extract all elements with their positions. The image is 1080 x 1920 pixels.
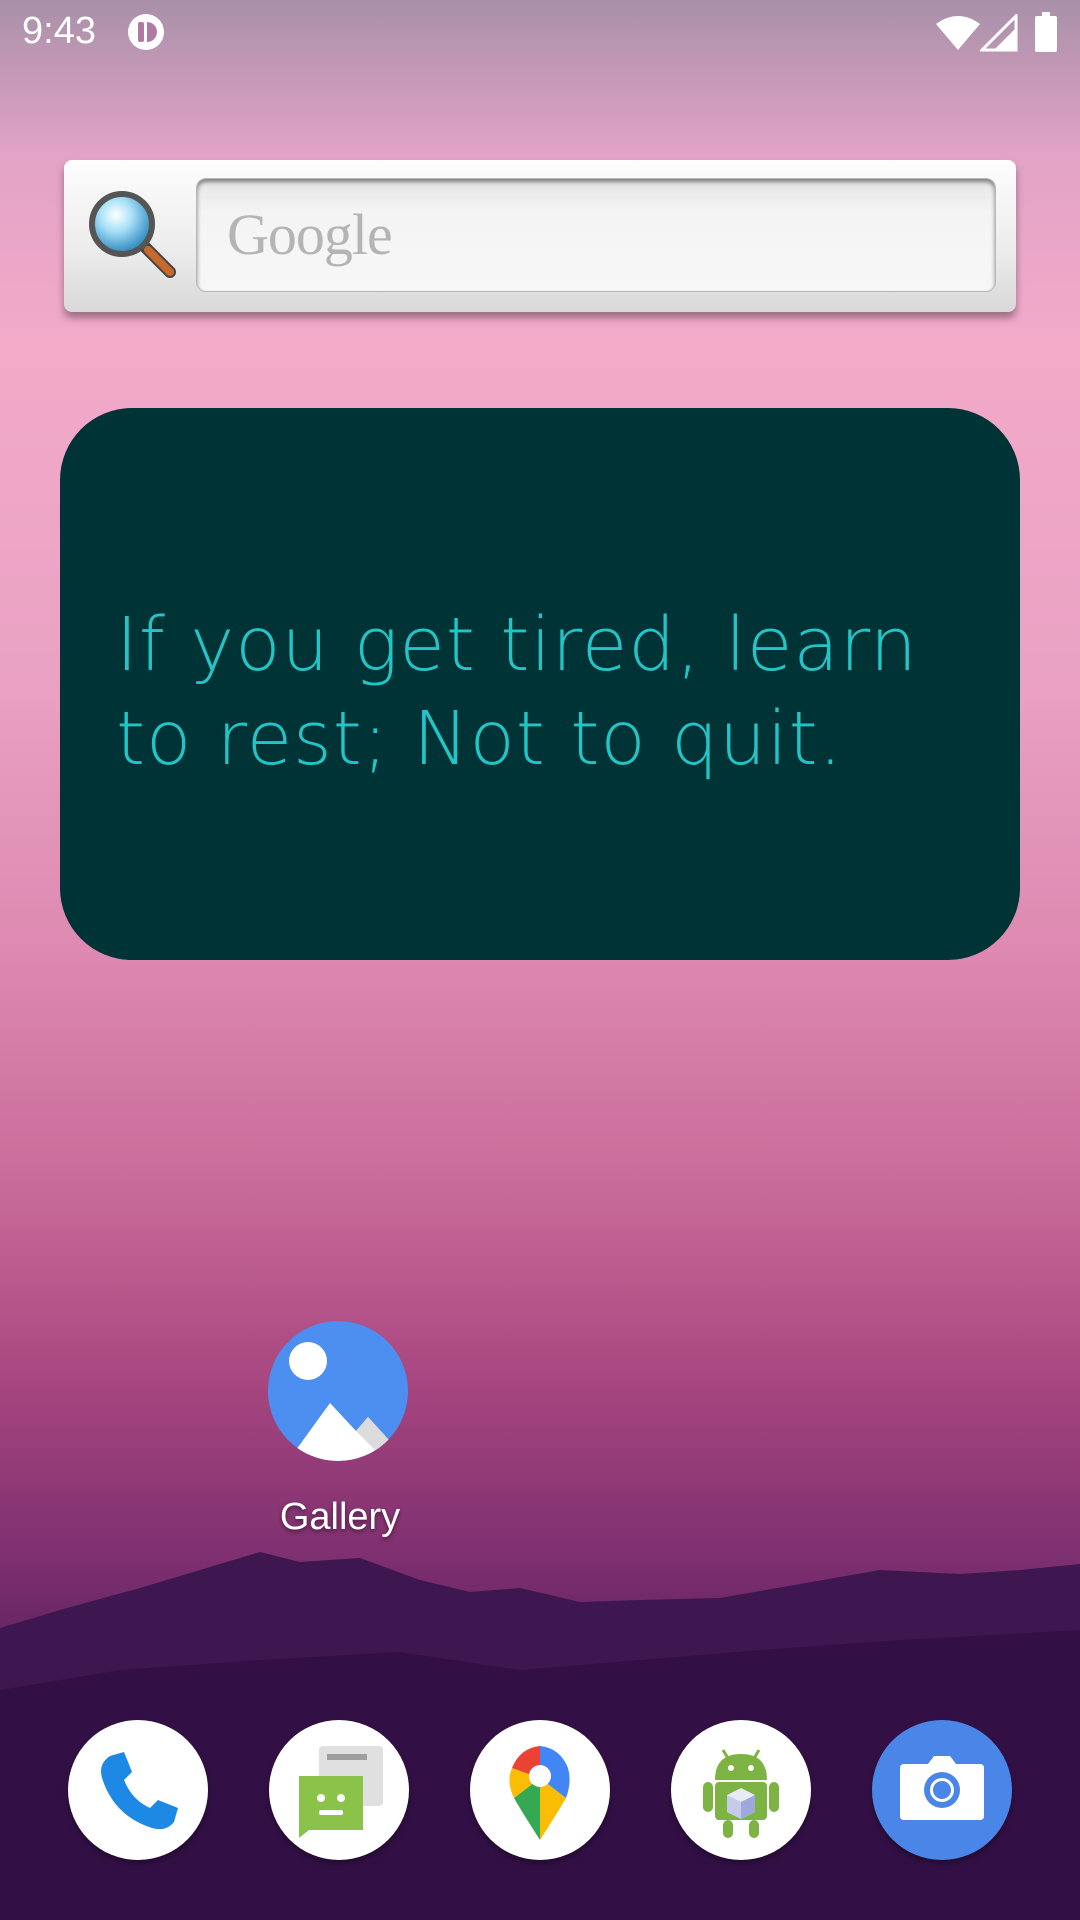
google-search-widget[interactable]: Google — [64, 160, 1016, 312]
wifi-icon — [936, 16, 980, 50]
app-gallery[interactable]: Gallery — [230, 1318, 450, 1548]
dock-android-app[interactable] — [671, 1720, 811, 1860]
dock-phone[interactable] — [68, 1720, 208, 1860]
dock-maps[interactable] — [470, 1720, 610, 1860]
notification-icon — [128, 14, 164, 50]
signal-icon — [980, 14, 1018, 52]
search-placeholder: Google — [227, 202, 393, 267]
camera-icon — [900, 1756, 984, 1820]
quote-text: If you get tired, learn to rest; Not to … — [116, 602, 918, 782]
app-label: Gallery — [279, 1496, 401, 1538]
maps-icon — [509, 1746, 570, 1840]
status-bar: 9:43 — [0, 0, 1080, 66]
magnifier-icon[interactable] — [84, 186, 184, 286]
status-time: 9:43 — [22, 10, 96, 52]
dock-camera[interactable] — [872, 1720, 1012, 1860]
messages-icon — [299, 1746, 383, 1838]
dock-messages[interactable] — [269, 1720, 409, 1860]
search-input[interactable]: Google — [196, 178, 996, 292]
battery-icon — [1035, 12, 1057, 52]
android-icon — [703, 1749, 779, 1838]
quote-widget[interactable]: If you get tired, learn to rest; Not to … — [60, 408, 1020, 960]
phone-icon — [101, 1752, 178, 1830]
gallery-icon[interactable] — [268, 1321, 408, 1461]
